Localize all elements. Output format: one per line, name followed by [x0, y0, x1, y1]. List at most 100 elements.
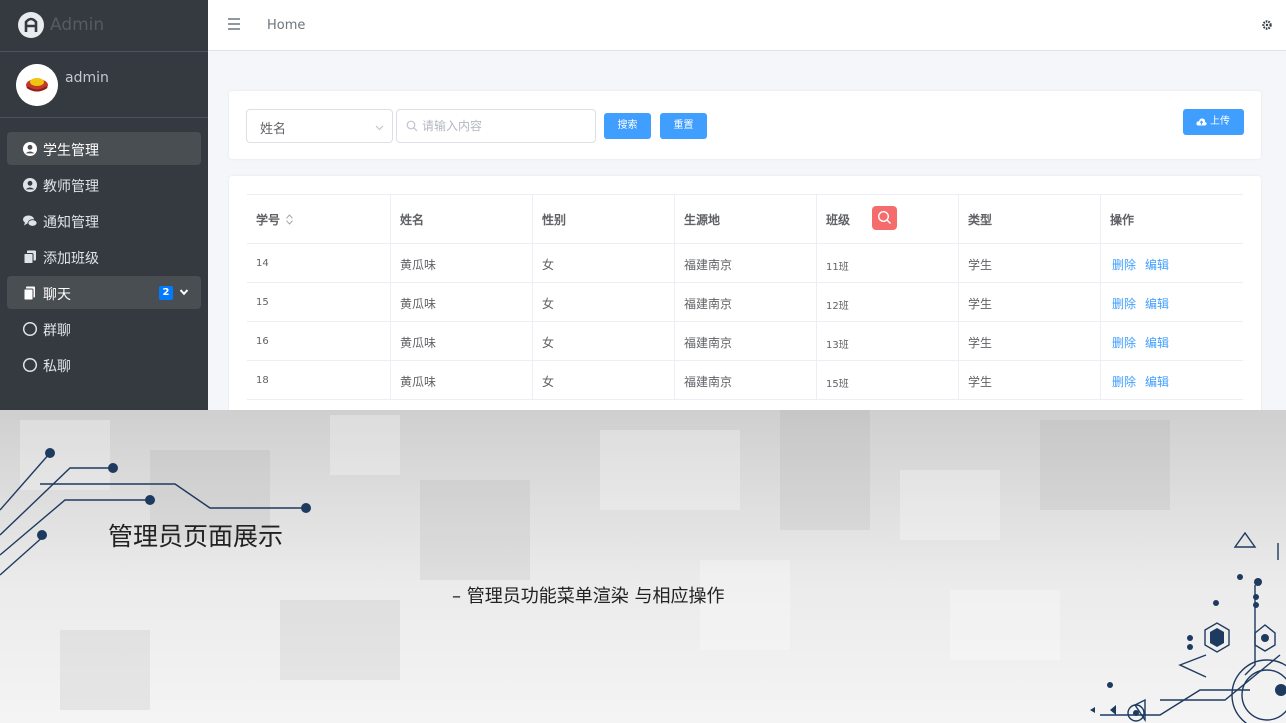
- cell-gender: 女: [532, 283, 674, 321]
- upload-button[interactable]: 上传: [1183, 109, 1244, 135]
- sidebar-item-student-management[interactable]: 学生管理: [7, 132, 201, 165]
- sidebar-item-label: 群聊: [43, 323, 71, 339]
- cell-student-id: 14: [247, 244, 390, 282]
- cell-text: 黄瓜味: [400, 258, 437, 272]
- brand-link[interactable]: Admin: [0, 0, 208, 52]
- chevron-down-icon: [375, 125, 384, 131]
- cell-actions: 删除 编辑: [1100, 361, 1243, 399]
- background-square: [330, 415, 400, 475]
- cloud-upload-icon: [1196, 118, 1207, 126]
- background-square: [420, 480, 530, 580]
- sidebar-item-label: 私聊: [43, 359, 71, 375]
- cell-gender: 女: [532, 361, 674, 399]
- header-type: 类型: [958, 195, 1100, 243]
- search-panel: 姓名 搜索 重置 上传: [229, 91, 1261, 159]
- slide-subtitle: – 管理员功能菜单渲染 与相应操作: [452, 586, 725, 607]
- edit-link[interactable]: 编辑: [1145, 295, 1169, 312]
- cell-student-id: 16: [247, 322, 390, 360]
- edit-link[interactable]: 编辑: [1145, 334, 1169, 351]
- sidebar-item-group-chat[interactable]: 群聊: [7, 312, 201, 345]
- sidebar-item-label: 添加班级: [43, 251, 99, 267]
- brand-text: Admin: [50, 15, 105, 35]
- gear-icon[interactable]: [1261, 19, 1273, 31]
- background-square: [280, 600, 400, 680]
- cell-student-id: 15: [247, 283, 390, 321]
- background-square: [780, 410, 870, 530]
- presentation-slide: 管理员页面展示 – 管理员功能菜单渲染 与相应操作: [0, 410, 1286, 723]
- cell-text: 学生: [968, 297, 993, 311]
- sidebar-item-label: 通知管理: [43, 215, 99, 231]
- header-class: 班级: [816, 195, 958, 243]
- delete-link[interactable]: 删除: [1112, 295, 1136, 312]
- search-icon: [406, 120, 418, 132]
- user-circle-icon: [23, 178, 37, 192]
- cell-text: 女: [542, 375, 555, 389]
- sidebar-item-private-chat[interactable]: 私聊: [7, 348, 201, 381]
- sort-icon[interactable]: [285, 214, 294, 225]
- background-square: [1040, 420, 1170, 510]
- cell-origin: 福建南京: [674, 322, 816, 360]
- user-panel[interactable]: admin: [0, 52, 208, 118]
- cell-text: 16: [256, 336, 269, 347]
- cell-class: 13班: [816, 322, 958, 360]
- field-select[interactable]: 姓名: [246, 109, 393, 143]
- comments-icon: [23, 215, 38, 227]
- circuit-lines-left-icon: [0, 448, 311, 576]
- background-square: [60, 630, 150, 710]
- user-name: admin: [65, 70, 109, 86]
- sidebar-item-label: 聊天: [43, 287, 71, 303]
- header-label: 操作: [1110, 213, 1135, 227]
- sidebar-item-notice-management[interactable]: 通知管理: [7, 204, 201, 237]
- cell-text: 13班: [826, 340, 849, 351]
- search-button[interactable]: 搜索: [604, 113, 651, 139]
- search-input[interactable]: [422, 115, 587, 137]
- delete-link[interactable]: 删除: [1112, 373, 1136, 390]
- table-row: 14 黄瓜味 女 福建南京 11班 学生 删除 编辑: [247, 244, 1243, 283]
- cell-text: 黄瓜味: [400, 375, 437, 389]
- delete-link[interactable]: 删除: [1112, 334, 1136, 351]
- table-row: 15 黄瓜味 女 福建南京 12班 学生 删除 编辑: [247, 283, 1243, 322]
- cell-class: 15班: [816, 361, 958, 399]
- sidebar-item-teacher-management[interactable]: 教师管理: [7, 168, 201, 201]
- brand-logo-icon: [18, 12, 44, 38]
- header-label: 班级: [826, 213, 851, 227]
- sidebar-item-add-class[interactable]: 添加班级: [7, 240, 201, 273]
- cell-text: 黄瓜味: [400, 297, 437, 311]
- cell-text: 福建南京: [684, 336, 733, 350]
- background-square: [900, 470, 1000, 540]
- cell-origin: 福建南京: [674, 361, 816, 399]
- home-link[interactable]: Home: [267, 18, 305, 33]
- edit-link[interactable]: 编辑: [1145, 373, 1169, 390]
- cell-type: 学生: [958, 283, 1100, 321]
- menu-toggle-icon[interactable]: [227, 17, 241, 31]
- student-table: 学号 姓名 性别 生源地 班级 类型 操作 14 黄瓜味 女 福建南京 11班 …: [247, 194, 1243, 400]
- cell-text: 学生: [968, 258, 993, 272]
- cell-name: 黄瓜味: [390, 244, 532, 282]
- cell-text: 12班: [826, 301, 849, 312]
- cell-type: 学生: [958, 322, 1100, 360]
- class-filter-button[interactable]: [872, 206, 897, 230]
- cell-student-id: 18: [247, 361, 390, 399]
- cell-actions: 删除 编辑: [1100, 322, 1243, 360]
- cell-name: 黄瓜味: [390, 283, 532, 321]
- cell-actions: 删除 编辑: [1100, 283, 1243, 321]
- sidebar-item-chat[interactable]: 聊天 2: [7, 276, 201, 309]
- header-actions: 操作: [1100, 195, 1243, 243]
- sidebar-item-label: 学生管理: [43, 143, 99, 159]
- cell-gender: 女: [532, 244, 674, 282]
- file-icon: [23, 286, 35, 301]
- cell-text: 11班: [826, 262, 849, 273]
- field-select-value: 姓名: [260, 122, 287, 137]
- cell-class: 11班: [816, 244, 958, 282]
- circuit-decoration-right-icon: [1090, 531, 1286, 723]
- upload-button-label: 上传: [1210, 116, 1230, 127]
- delete-link[interactable]: 删除: [1112, 256, 1136, 273]
- header-label: 学号: [256, 213, 281, 227]
- header-label: 性别: [542, 213, 567, 227]
- cell-text: 福建南京: [684, 375, 733, 389]
- reset-button[interactable]: 重置: [660, 113, 707, 139]
- header-student-id[interactable]: 学号: [247, 195, 390, 243]
- edit-link[interactable]: 编辑: [1145, 256, 1169, 273]
- cell-text: 女: [542, 258, 555, 272]
- cell-text: 学生: [968, 375, 993, 389]
